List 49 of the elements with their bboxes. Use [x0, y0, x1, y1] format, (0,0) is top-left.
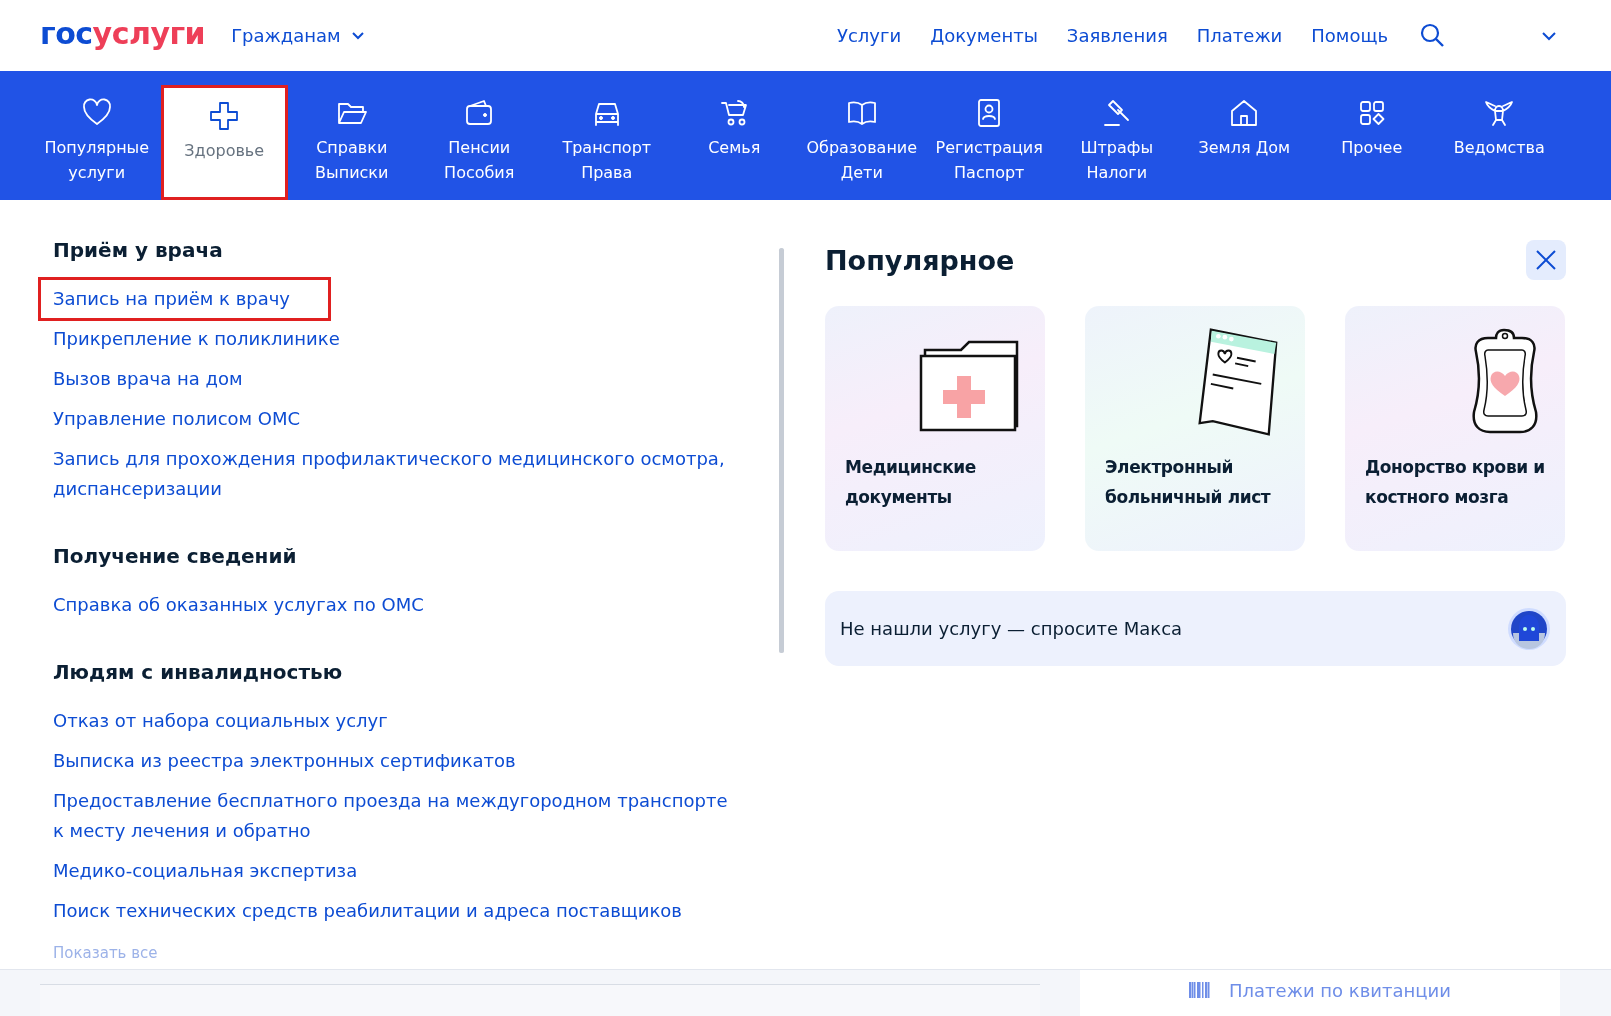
- category-tab[interactable]: Земля Дом: [1180, 71, 1308, 200]
- nav-link[interactable]: Помощь: [1311, 25, 1388, 46]
- service-link[interactable]: Поиск технических средств реабилитации и адреса поставщиков: [53, 896, 682, 926]
- chevron-icon: [1541, 29, 1557, 42]
- section-heading: Получение сведений: [53, 544, 297, 568]
- nav-link[interactable]: Заявления: [1066, 25, 1168, 46]
- panel-title: Популярное: [825, 244, 1015, 276]
- nav-link[interactable]: Документы: [930, 25, 1038, 46]
- category-tab[interactable]: Транспорт Права: [543, 71, 671, 200]
- service-link[interactable]: Выписка из реестра электронных сертификатов: [53, 746, 516, 776]
- category-tab[interactable]: Образование Дети: [798, 71, 926, 200]
- service-link[interactable]: Предоставление бесплатного проезда на междугородном транспорте к месту лечения и обратно: [53, 786, 743, 846]
- service-card[interactable]: Донорство крови и костного мозга: [1345, 306, 1565, 551]
- search-button[interactable]: [1420, 23, 1445, 48]
- category-tab[interactable]: Справки Выписки: [288, 71, 416, 200]
- service-card[interactable]: Медицинские документы: [825, 306, 1045, 551]
- plus-icon: [208, 100, 241, 132]
- scrollbar[interactable]: [779, 248, 784, 653]
- service-link[interactable]: Справка об оказанных услугах по ОМС: [53, 590, 424, 620]
- robot-avatar-icon: [1507, 606, 1551, 651]
- service-link[interactable]: Отказ от набора социальных услуг: [53, 706, 388, 736]
- logo[interactable]: госуслуги: [40, 16, 206, 51]
- search-icon: [1420, 23, 1445, 48]
- nav-link[interactable]: Услуги: [836, 25, 902, 46]
- service-link[interactable]: Запись для прохождения профилактического медицинского осмотра, диспансеризации: [53, 444, 743, 504]
- chevron-icon: [350, 30, 365, 41]
- service-link[interactable]: Прикрепление к поликлинике: [53, 324, 340, 354]
- category-tab[interactable]: Регистрация Паспорт: [925, 71, 1053, 200]
- barcode-icon: [1189, 982, 1212, 998]
- category-tab[interactable]: Пенсии Пособия: [415, 71, 543, 200]
- service-link[interactable]: Запись на приём к врачу: [38, 277, 331, 321]
- section-heading: Приём у врача: [53, 238, 223, 262]
- service-link[interactable]: Вызов врача на дом: [53, 364, 243, 394]
- category-tab[interactable]: Популярные услуги: [33, 71, 161, 200]
- category-tab[interactable]: Семья: [670, 71, 798, 200]
- nav-link[interactable]: Платежи: [1196, 25, 1283, 46]
- user-menu-button[interactable]: [1541, 29, 1557, 42]
- close-icon: [1534, 248, 1558, 272]
- category-tab[interactable]: Ведомства: [1435, 71, 1563, 200]
- audience-dropdown[interactable]: Гражданам: [231, 25, 365, 46]
- close-button[interactable]: [1526, 240, 1566, 280]
- category-tab[interactable]: Прочее: [1308, 71, 1436, 200]
- section-heading: Людям с инвалидностью: [53, 660, 343, 684]
- service-link[interactable]: Медико-социальная экспертиза: [53, 856, 358, 886]
- category-tab[interactable]: Штрафы Налоги: [1053, 71, 1181, 200]
- service-card[interactable]: Электронный больничный лист: [1085, 306, 1305, 551]
- category-tab[interactable]: Здоровье: [160, 85, 288, 200]
- service-link[interactable]: Управление полисом ОМС: [53, 404, 301, 434]
- assistant-banner[interactable]: Не нашли услугу — спросите Макса: [825, 591, 1566, 666]
